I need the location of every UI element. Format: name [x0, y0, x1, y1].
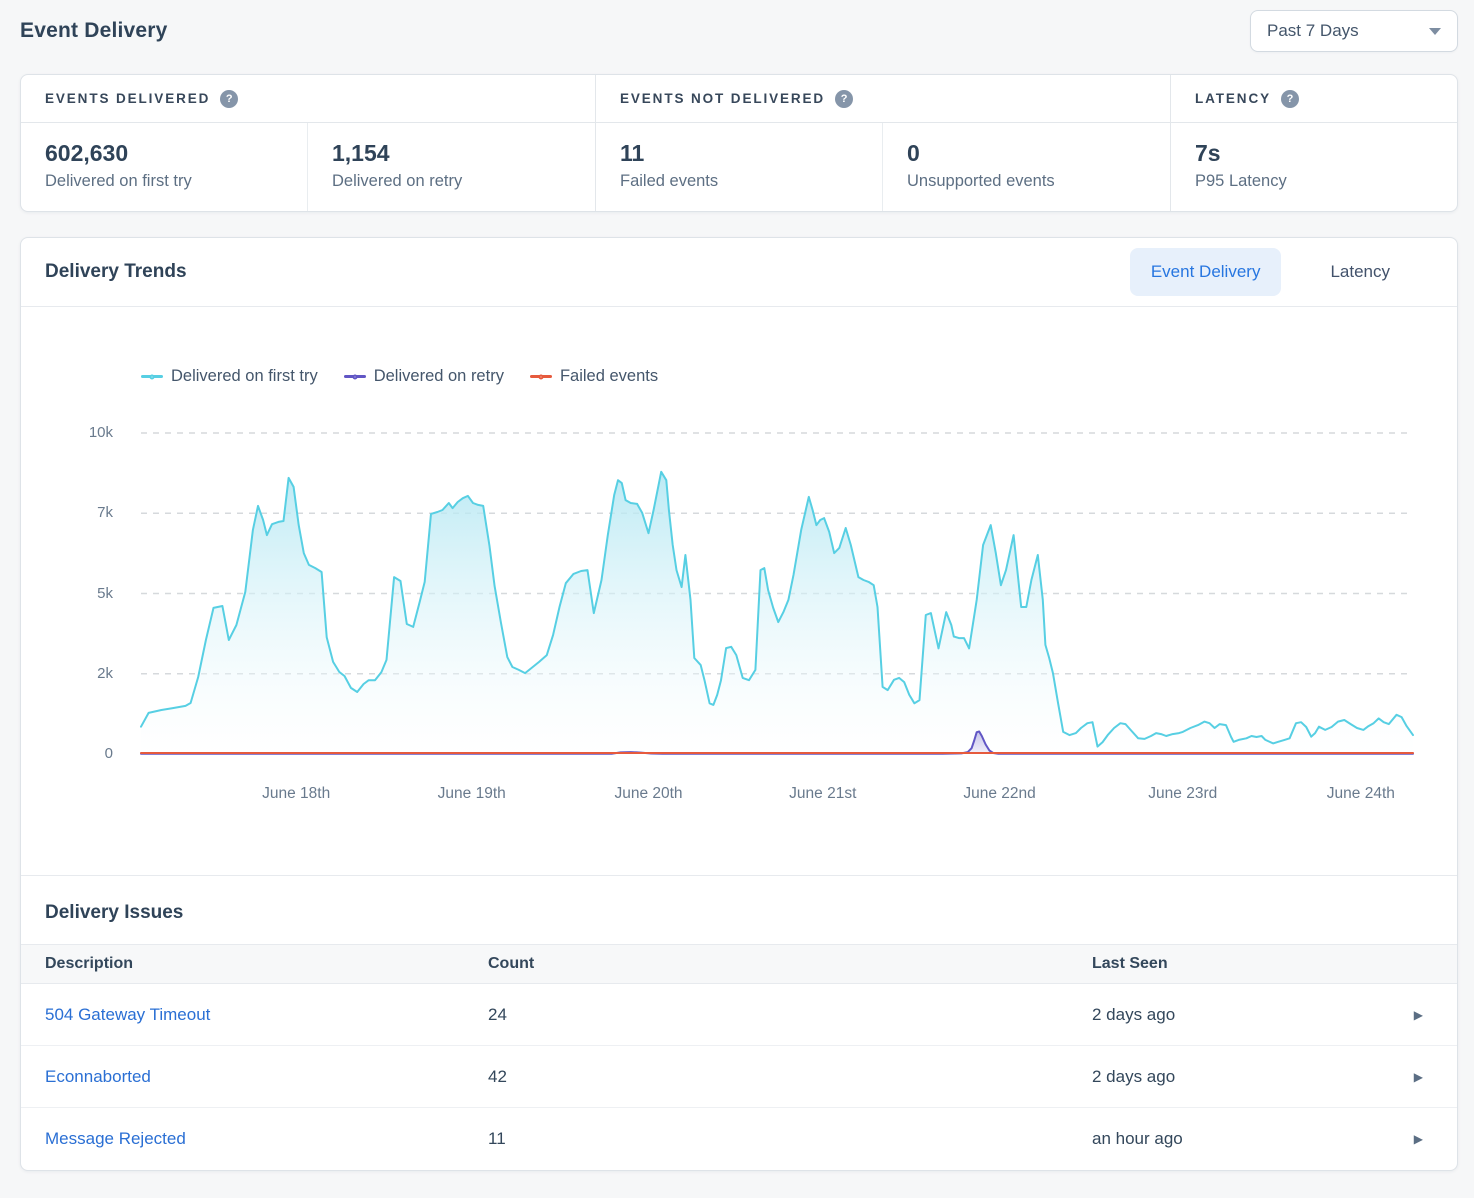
- stat-label: Failed events: [620, 172, 858, 191]
- event-delivery-page: Event Delivery Past 7 Days EVENTS DELIVE…: [0, 0, 1474, 1198]
- help-icon[interactable]: ?: [220, 90, 238, 108]
- legend-label: Delivered on first try: [171, 367, 318, 386]
- chevron-right-icon[interactable]: ▶: [1401, 1132, 1457, 1146]
- legend-item: Delivered on retry: [344, 367, 504, 386]
- column-header-description: Description: [21, 955, 464, 973]
- page-title: Event Delivery: [20, 19, 168, 43]
- x-axis-tick-label: June 22nd: [963, 785, 1035, 803]
- stat-value: 1,154: [332, 140, 571, 167]
- legend-label: Failed events: [560, 367, 658, 386]
- delivery-issues-table: Description Count Last Seen 504 Gateway …: [21, 944, 1457, 1170]
- stat-value: 0: [907, 140, 1146, 167]
- chart-legend: Delivered on first try Delivered on retry…: [141, 367, 658, 386]
- stat-group-events-delivered: EVENTS DELIVERED ? 602,630 Delivered on …: [21, 75, 596, 211]
- x-axis-tick-label: June 18th: [262, 785, 330, 803]
- chevron-down-icon: [1429, 28, 1441, 35]
- x-axis-tick-label: June 21st: [789, 785, 856, 803]
- issue-link[interactable]: 504 Gateway Timeout: [45, 1005, 210, 1024]
- issue-last-seen: 2 days ago: [1068, 1067, 1401, 1087]
- stats-summary-card: EVENTS DELIVERED ? 602,630 Delivered on …: [20, 74, 1458, 212]
- x-axis-tick-label: June 24th: [1327, 785, 1395, 803]
- table-row[interactable]: Econnaborted 42 2 days ago ▶: [21, 1046, 1457, 1108]
- page-header: Event Delivery Past 7 Days: [0, 0, 1474, 62]
- table-row[interactable]: 504 Gateway Timeout 24 2 days ago ▶: [21, 984, 1457, 1046]
- help-icon[interactable]: ?: [1281, 90, 1299, 108]
- trends-tab-group: Event Delivery Latency: [1130, 248, 1411, 296]
- tab-latency[interactable]: Latency: [1309, 248, 1411, 296]
- x-axis-tick-label: June 19th: [438, 785, 506, 803]
- delivery-trends-header: Delivery Trends Event Delivery Latency: [21, 238, 1457, 307]
- stat-label: Delivered on first try: [45, 172, 283, 191]
- legend-marker-icon: [344, 371, 366, 382]
- stat-group-latency: LATENCY ? 7s P95 Latency: [1171, 75, 1457, 211]
- x-axis-tick-label: June 23rd: [1148, 785, 1217, 803]
- stat-cell: 1,154 Delivered on retry: [308, 123, 595, 211]
- chevron-right-icon[interactable]: ▶: [1401, 1070, 1457, 1084]
- stat-group-header: EVENTS NOT DELIVERED ?: [596, 75, 1170, 123]
- stat-cell: 7s P95 Latency: [1171, 123, 1457, 211]
- y-axis-tick-label: 7k: [39, 503, 113, 523]
- stat-value: 11: [620, 140, 858, 167]
- stat-value: 7s: [1195, 140, 1433, 167]
- stat-group-header: EVENTS DELIVERED ?: [21, 75, 595, 123]
- y-axis-tick-label: 5k: [39, 584, 113, 604]
- help-icon[interactable]: ?: [835, 90, 853, 108]
- delivery-trends-chart: [141, 433, 1413, 754]
- delivery-trends-card: Delivery Trends Event Delivery Latency D…: [20, 237, 1458, 1171]
- table-header-row: Description Count Last Seen: [21, 944, 1457, 984]
- stat-label: Delivered on retry: [332, 172, 571, 191]
- issue-last-seen: an hour ago: [1068, 1129, 1401, 1149]
- issue-link[interactable]: Econnaborted: [45, 1067, 151, 1086]
- stat-cell: 0 Unsupported events: [883, 123, 1170, 211]
- y-axis-tick-label: 0: [39, 744, 113, 764]
- issue-last-seen: 2 days ago: [1068, 1005, 1401, 1025]
- stat-label: P95 Latency: [1195, 172, 1433, 191]
- column-header-count: Count: [464, 955, 1068, 973]
- y-axis-tick-label: 2k: [39, 664, 113, 684]
- stat-group-label: EVENTS NOT DELIVERED: [620, 91, 825, 106]
- x-axis-tick-label: June 20th: [614, 785, 682, 803]
- stat-label: Unsupported events: [907, 172, 1146, 191]
- stat-group-header: LATENCY ?: [1171, 75, 1457, 123]
- delivery-trends-title: Delivery Trends: [45, 261, 187, 283]
- date-range-value: Past 7 Days: [1267, 21, 1359, 41]
- delivery-trends-chart-area: Delivered on first try Delivered on retry…: [21, 307, 1457, 876]
- stat-group-label: LATENCY: [1195, 91, 1271, 106]
- issue-count: 11: [464, 1129, 1068, 1149]
- date-range-select[interactable]: Past 7 Days: [1250, 10, 1458, 52]
- legend-marker-icon: [141, 371, 163, 382]
- legend-item: Failed events: [530, 367, 658, 386]
- column-header-last-seen: Last Seen: [1068, 955, 1401, 973]
- legend-marker-icon: [530, 371, 552, 382]
- stat-group-events-not-delivered: EVENTS NOT DELIVERED ? 11 Failed events …: [596, 75, 1171, 211]
- table-row[interactable]: Message Rejected 11 an hour ago ▶: [21, 1108, 1457, 1170]
- stat-group-label: EVENTS DELIVERED: [45, 91, 210, 106]
- delivery-issues-title: Delivery Issues: [21, 876, 1457, 944]
- issue-count: 42: [464, 1067, 1068, 1087]
- legend-label: Delivered on retry: [374, 367, 504, 386]
- y-axis-tick-label: 10k: [39, 423, 113, 443]
- stat-cell: 11 Failed events: [596, 123, 883, 211]
- issue-count: 24: [464, 1005, 1068, 1025]
- legend-item: Delivered on first try: [141, 367, 318, 386]
- issue-link[interactable]: Message Rejected: [45, 1129, 186, 1148]
- stat-value: 602,630: [45, 140, 283, 167]
- stat-cell: 602,630 Delivered on first try: [21, 123, 308, 211]
- chevron-right-icon[interactable]: ▶: [1401, 1008, 1457, 1022]
- tab-event-delivery[interactable]: Event Delivery: [1130, 248, 1282, 296]
- delivery-issues-section: Delivery Issues Description Count Last S…: [21, 876, 1457, 1170]
